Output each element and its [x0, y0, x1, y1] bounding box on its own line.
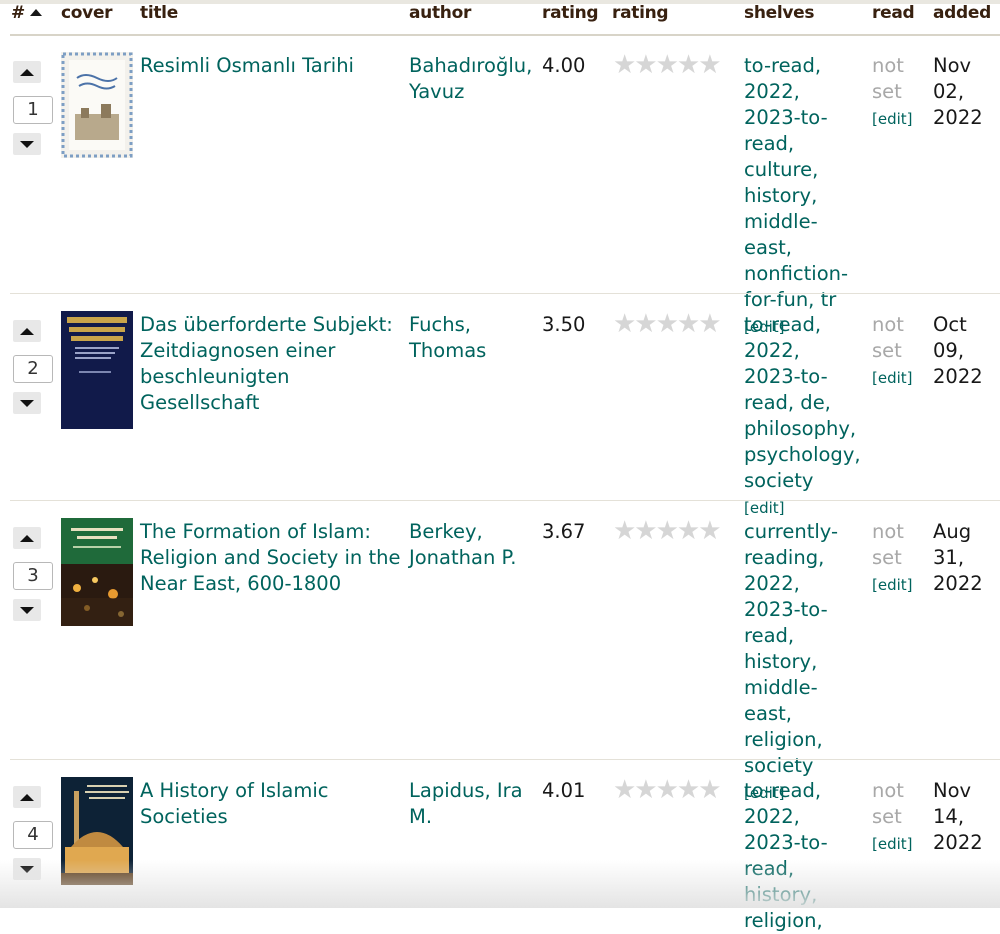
book-author[interactable]: Bahadıroğlu, Yavuz [409, 53, 537, 105]
star-icon[interactable]: ★★★★★ [613, 518, 722, 544]
position-input[interactable]: 3 [13, 562, 53, 590]
shelves-list: currently-reading, 2022, 2023-to-read, h… [744, 519, 862, 806]
column-header-cover[interactable]: cover [61, 3, 113, 23]
star-icon[interactable]: ★★★★★ [613, 777, 722, 803]
shelves-text[interactable]: to-read, 2022, 2023-to-read, history, re… [744, 779, 828, 932]
triangle-up-icon[interactable] [13, 786, 41, 808]
book-title[interactable]: A History of Islamic Societies [140, 778, 402, 830]
book-title-link[interactable]: A History of Islamic Societies [140, 779, 329, 828]
average-rating: 4.01 [542, 779, 586, 802]
book-title-link[interactable]: The Formation of Islam: Religion and Soc… [140, 520, 400, 595]
column-header-avg-rating[interactable]: rating [542, 3, 599, 23]
edit-date-read-link[interactable]: [edit] [872, 110, 913, 128]
date-added: Oct 09, 2022 [933, 313, 983, 388]
shelves-list: to-read, 2022, 2023-to-read, history, re… [744, 778, 862, 934]
triangle-up-icon[interactable] [13, 527, 41, 549]
shelves-list: to-read, 2022, 2023-to-read, de, philoso… [744, 312, 862, 521]
book-author[interactable]: Fuchs, Thomas [409, 312, 537, 364]
triangle-down-icon[interactable] [13, 133, 41, 155]
row-divider [10, 293, 1000, 294]
date-read-value: not set [872, 313, 904, 362]
shelves-text[interactable]: to-read, 2022, 2023-to-read, de, philoso… [744, 313, 861, 492]
triangle-up-icon[interactable] [13, 61, 41, 83]
edit-date-read-link[interactable]: [edit] [872, 576, 913, 594]
author-link[interactable]: Berkey, Jonathan P. [409, 520, 516, 569]
date-added: Nov 14, 2022 [933, 779, 983, 854]
date-read: not set [edit] [872, 312, 928, 391]
column-header-author[interactable]: author [409, 3, 471, 23]
average-rating: 4.00 [542, 54, 586, 77]
position-header-label: # [11, 3, 25, 23]
column-header-shelves[interactable]: shelves [744, 3, 815, 23]
edit-date-read-link[interactable]: [edit] [872, 369, 913, 387]
column-header-read[interactable]: read [872, 3, 915, 23]
date-read-value: not set [872, 520, 904, 569]
book-author[interactable]: Berkey, Jonathan P. [409, 519, 537, 571]
book-title[interactable]: The Formation of Islam: Religion and Soc… [140, 519, 402, 597]
triangle-down-icon[interactable] [13, 858, 41, 880]
edit-date-read-link[interactable]: [edit] [872, 835, 913, 853]
column-header-title[interactable]: title [140, 3, 178, 23]
average-rating: 3.67 [542, 520, 586, 543]
book-cover[interactable] [61, 311, 133, 429]
position-input[interactable]: 4 [13, 821, 53, 849]
book-cover[interactable] [61, 518, 133, 626]
author-link[interactable]: Fuchs, Thomas [409, 313, 486, 362]
edit-shelves-link[interactable]: [edit] [744, 499, 785, 517]
triangle-up-icon[interactable] [13, 320, 41, 342]
book-cover[interactable] [61, 777, 133, 885]
column-header-my-rating[interactable]: rating [612, 3, 669, 23]
date-read: not set [edit] [872, 519, 928, 598]
position-input[interactable]: 1 [13, 96, 53, 124]
date-added: Nov 02, 2022 [933, 54, 983, 129]
date-read: not set [edit] [872, 778, 928, 857]
shelves-text[interactable]: currently-reading, 2022, 2023-to-read, h… [744, 520, 838, 777]
star-icon[interactable]: ★★★★★ [613, 52, 722, 78]
average-rating: 3.50 [542, 313, 586, 336]
row-divider [10, 759, 1000, 760]
header-divider [10, 34, 1000, 36]
book-title[interactable]: Das überforderte Subjekt: Zeitdiagnosen … [140, 312, 402, 416]
book-title-link[interactable]: Das überforderte Subjekt: Zeitdiagnosen … [140, 313, 393, 414]
position-input[interactable]: 2 [13, 355, 53, 383]
sort-ascending-icon [29, 9, 42, 16]
book-author[interactable]: Lapidus, Ira M. [409, 778, 537, 830]
star-icon[interactable]: ★★★★★ [613, 311, 722, 337]
shelves-text[interactable]: to-read, 2022, 2023-to-read, culture, hi… [744, 54, 848, 311]
column-header-position[interactable]: # [11, 3, 42, 23]
triangle-down-icon[interactable] [13, 392, 41, 414]
row-divider [10, 500, 1000, 501]
column-header-added[interactable]: added [933, 3, 991, 23]
date-added: Aug 31, 2022 [933, 520, 983, 595]
triangle-down-icon[interactable] [13, 599, 41, 621]
shelves-list: to-read, 2022, 2023-to-read, culture, hi… [744, 53, 862, 340]
book-title-link[interactable]: Resimli Osmanlı Tarihi [140, 54, 354, 77]
book-title[interactable]: Resimli Osmanlı Tarihi [140, 53, 402, 79]
date-read: not set [edit] [872, 53, 928, 132]
author-link[interactable]: Lapidus, Ira M. [409, 779, 523, 828]
date-read-value: not set [872, 54, 904, 103]
author-link[interactable]: Bahadıroğlu, Yavuz [409, 54, 532, 103]
book-cover[interactable] [61, 52, 133, 158]
date-read-value: not set [872, 779, 904, 828]
